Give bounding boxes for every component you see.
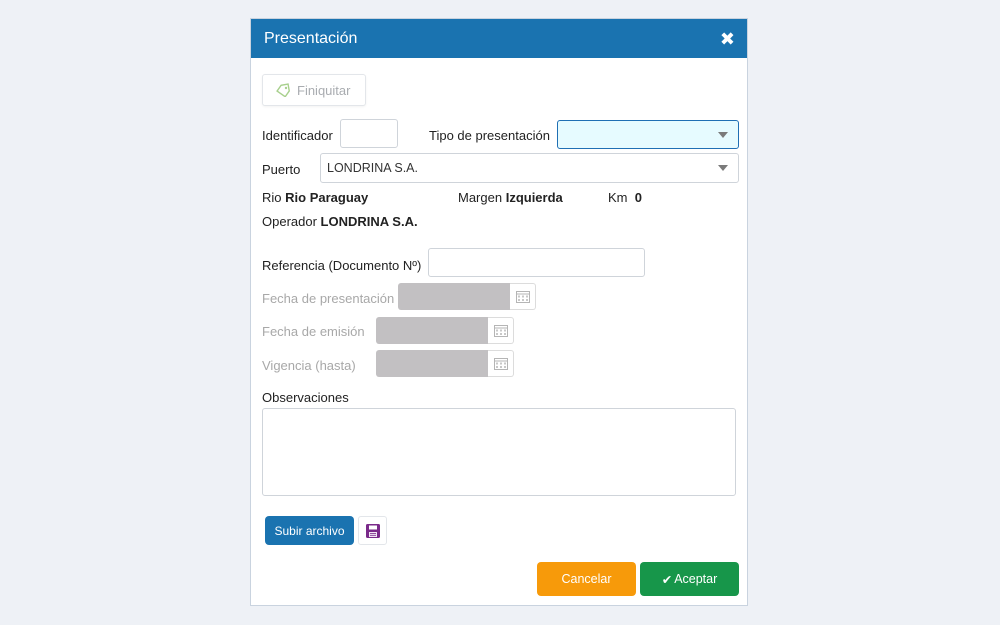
- calendar-icon[interactable]: [510, 283, 536, 310]
- margen-value: Izquierda: [505, 190, 563, 205]
- observaciones-label: Observaciones: [262, 390, 349, 405]
- finiquitar-label: Finiquitar: [297, 82, 351, 98]
- fecha-presentacion-label: Fecha de presentación: [262, 291, 395, 306]
- dialog-header: Presentación ✖: [251, 19, 747, 58]
- puerto-value: LONDRINA S.A.: [327, 161, 418, 175]
- fecha-emision-label: Fecha de emisión: [262, 324, 365, 339]
- km-info: Km 0: [608, 190, 642, 205]
- rio-value: Rio Paraguay: [285, 190, 369, 205]
- fecha-emision-input: [376, 317, 488, 344]
- accept-label: Aceptar: [674, 572, 718, 586]
- save-button[interactable]: [358, 516, 387, 545]
- operador-label: Operador: [262, 214, 317, 229]
- floppy-disk-icon: [365, 523, 380, 538]
- calendar-icon[interactable]: [488, 350, 514, 377]
- km-label: Km: [608, 190, 628, 205]
- calendar-icon[interactable]: [488, 317, 514, 344]
- accept-button[interactable]: ✔ Aceptar: [640, 562, 739, 596]
- operador-info: Operador LONDRINA S.A.: [262, 214, 418, 229]
- close-icon[interactable]: ✖: [720, 30, 735, 48]
- cancel-button[interactable]: Cancelar: [537, 562, 636, 596]
- chevron-down-icon: [718, 131, 728, 138]
- identificador-label: Identificador: [262, 128, 333, 143]
- checkmark-icon: ✔: [661, 572, 673, 587]
- finiquitar-button[interactable]: Finiquitar: [262, 74, 366, 106]
- observaciones-textarea[interactable]: [262, 408, 736, 496]
- tipo-presentacion-select[interactable]: [557, 120, 739, 149]
- vigencia-label: Vigencia (hasta): [262, 358, 356, 373]
- chevron-down-icon: [718, 165, 728, 171]
- margen-info: Margen Izquierda: [458, 190, 563, 205]
- rio-label: Rio: [262, 190, 282, 205]
- identificador-input[interactable]: [340, 119, 398, 148]
- puerto-label: Puerto: [262, 162, 301, 177]
- fecha-presentacion-input: [398, 283, 510, 310]
- vigencia-input: [376, 350, 488, 377]
- km-value: 0: [634, 190, 642, 205]
- tag-icon: [276, 83, 290, 97]
- rio-info: Rio Rio Paraguay: [262, 190, 368, 205]
- margen-label: Margen: [458, 190, 503, 205]
- operador-value: LONDRINA S.A.: [320, 214, 418, 229]
- subir-archivo-button[interactable]: Subir archivo: [265, 516, 354, 545]
- puerto-select[interactable]: LONDRINA S.A.: [320, 153, 739, 183]
- dialog-title: Presentación: [264, 29, 358, 47]
- referencia-label: Referencia (Documento Nº): [262, 258, 422, 273]
- referencia-input[interactable]: [428, 248, 645, 277]
- tipo-presentacion-label: Tipo de presentación: [429, 128, 550, 143]
- presentacion-dialog: Presentación ✖ Finiquitar Identificador …: [250, 18, 748, 606]
